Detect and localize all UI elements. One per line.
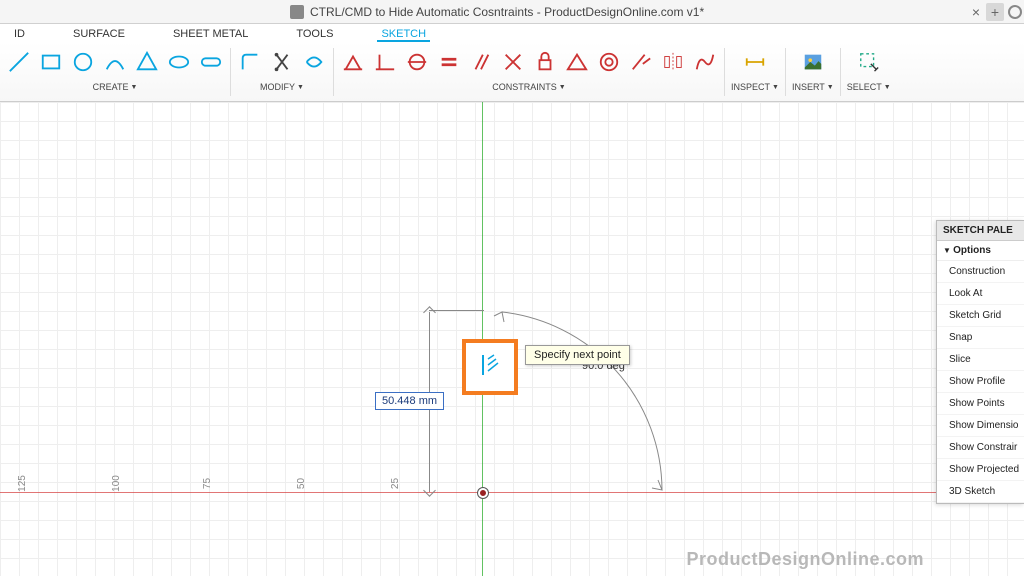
modify-dropdown[interactable]: MODIFY▼ [260, 82, 304, 92]
arc-tool-icon[interactable] [102, 49, 128, 75]
inspect-group: INSPECT▼ [725, 42, 785, 92]
tab-sheet-metal[interactable]: SHEET METAL [169, 26, 252, 42]
dimension-value-input[interactable]: 50.448 mm [375, 392, 444, 410]
select-group: SELECT▼ [841, 42, 897, 92]
palette-options-section[interactable]: Options [937, 241, 1024, 261]
insert-group: INSERT▼ [786, 42, 840, 92]
tab-surface[interactable]: SURFACE [69, 26, 129, 42]
polygon-tool-icon[interactable] [134, 49, 160, 75]
palette-item-construction[interactable]: Construction [937, 261, 1024, 283]
palette-item-3d-sketch[interactable]: 3D Sketch [937, 481, 1024, 503]
constraints-dropdown[interactable]: CONSTRAINTS▼ [492, 82, 565, 92]
circle-tool-icon[interactable] [70, 49, 96, 75]
palette-item-snap[interactable]: Snap [937, 327, 1024, 349]
parallel-constraint-icon[interactable] [468, 49, 494, 75]
modify-group: MODIFY▼ [231, 42, 333, 92]
measure-tool-icon[interactable] [742, 49, 768, 75]
ruler-tick: 75 [202, 478, 213, 489]
tab-sketch[interactable]: SKETCH [377, 26, 430, 42]
palette-item-look-at[interactable]: Look At [937, 283, 1024, 305]
coincident-constraint-icon[interactable] [404, 49, 430, 75]
concentric-constraint-icon[interactable] [596, 49, 622, 75]
palette-title: SKETCH PALE [937, 221, 1024, 241]
app-status-icon [1008, 5, 1022, 19]
insert-image-icon[interactable] [800, 49, 826, 75]
midpoint-constraint-icon[interactable] [564, 49, 590, 75]
ruler-tick: 50 [296, 478, 307, 489]
select-dropdown[interactable]: SELECT▼ [847, 82, 891, 92]
tab-tools[interactable]: TOOLS [292, 26, 337, 42]
curvature-constraint-icon[interactable] [692, 49, 718, 75]
tab-solid[interactable]: ID [10, 26, 29, 42]
tangent-constraint-icon[interactable] [628, 49, 654, 75]
ruler-tick: 125 [17, 475, 28, 492]
palette-item-show-dimensions[interactable]: Show Dimensio [937, 415, 1024, 437]
palette-item-show-constraints[interactable]: Show Constrair [937, 437, 1024, 459]
new-tab-button[interactable]: + [986, 3, 1004, 21]
horizontal-constraint-icon[interactable] [340, 49, 366, 75]
palette-item-show-profile[interactable]: Show Profile [937, 371, 1024, 393]
cursor-highlight-box [462, 339, 518, 395]
create-dropdown[interactable]: CREATE▼ [93, 82, 138, 92]
watermark-text: ProductDesignOnline.com [686, 549, 924, 570]
close-tab-button[interactable]: × [972, 4, 980, 20]
line-tool-icon[interactable] [6, 49, 32, 75]
select-tool-icon[interactable] [856, 49, 882, 75]
cursor-tooltip: Specify next point [525, 345, 630, 365]
sketch-toolbar: CREATE▼ MODIFY▼ CONSTRAINTS▼ [0, 42, 1024, 102]
sketch-palette-panel[interactable]: SKETCH PALE Options Construction Look At… [936, 220, 1024, 504]
insert-dropdown[interactable]: INSERT▼ [792, 82, 834, 92]
dimension-arrow-bottom [423, 484, 436, 497]
symmetry-constraint-icon[interactable] [660, 49, 686, 75]
ellipse-tool-icon[interactable] [166, 49, 192, 75]
title-bar: CTRL/CMD to Hide Automatic Cosntraints -… [0, 0, 1024, 24]
slot-tool-icon[interactable] [198, 49, 224, 75]
constraints-group: CONSTRAINTS▼ [334, 42, 724, 92]
rectangle-tool-icon[interactable] [38, 49, 64, 75]
ruler-tick: 100 [111, 475, 122, 492]
document-icon [290, 5, 304, 19]
palette-item-slice[interactable]: Slice [937, 349, 1024, 371]
palette-item-show-points[interactable]: Show Points [937, 393, 1024, 415]
equal-constraint-icon[interactable] [436, 49, 462, 75]
palette-item-sketch-grid[interactable]: Sketch Grid [937, 305, 1024, 327]
vertical-constraint-icon[interactable] [372, 49, 398, 75]
workspace-tab-bar: ID SURFACE SHEET METAL TOOLS SKETCH [0, 24, 1024, 42]
palette-item-show-projected[interactable]: Show Projected [937, 459, 1024, 481]
extend-tool-icon[interactable] [301, 49, 327, 75]
line-cursor-icon [480, 353, 500, 381]
fillet-tool-icon[interactable] [237, 49, 263, 75]
trim-tool-icon[interactable] [269, 49, 295, 75]
perpendicular-constraint-icon[interactable] [500, 49, 526, 75]
dimension-extension-top [429, 310, 484, 311]
document-title: CTRL/CMD to Hide Automatic Cosntraints -… [310, 5, 704, 19]
fix-constraint-icon[interactable] [532, 49, 558, 75]
sketch-canvas[interactable]: 50.448 mm 90.0 deg Specify next point 12… [0, 102, 1024, 576]
create-group: CREATE▼ [0, 42, 230, 92]
ruler-tick: 25 [390, 478, 401, 489]
inspect-dropdown[interactable]: INSPECT▼ [731, 82, 779, 92]
dimension-arrow-top [423, 306, 436, 319]
